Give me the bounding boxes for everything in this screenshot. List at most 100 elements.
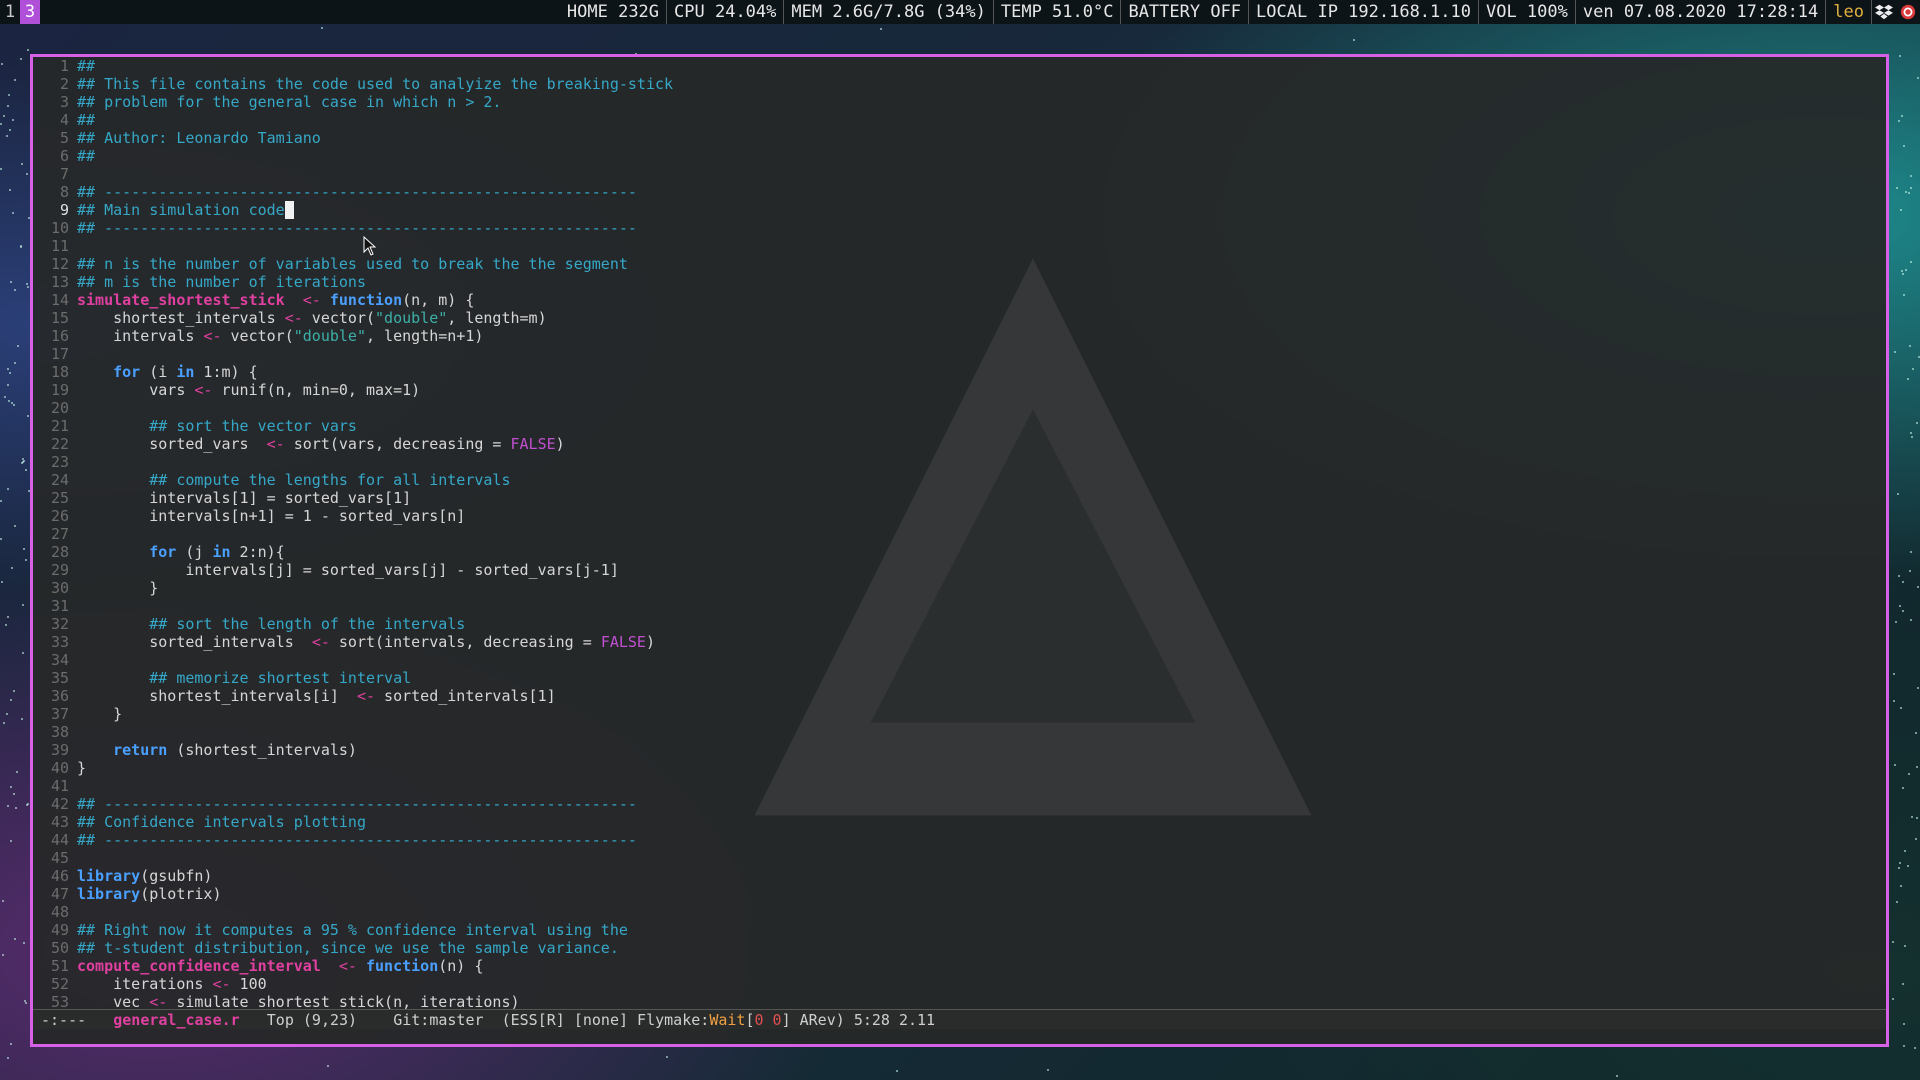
- code-line[interactable]: 23: [33, 453, 1886, 471]
- code-line[interactable]: 22 sorted_vars <- sort(vars, decreasing …: [33, 435, 1886, 453]
- code-line[interactable]: 32 ## sort the length of the intervals: [33, 615, 1886, 633]
- code-line[interactable]: 39 return (shortest_intervals): [33, 741, 1886, 759]
- dropbox-icon[interactable]: [1875, 3, 1893, 21]
- code-line[interactable]: 38: [33, 723, 1886, 741]
- mouse-pointer-icon: [363, 236, 377, 256]
- star: [1907, 772, 1910, 775]
- code-line[interactable]: 47 library(plotrix): [33, 885, 1886, 903]
- star: [12, 689, 15, 692]
- line-number: 43: [50, 813, 69, 831]
- code-buffer[interactable]: 1 ## 2 ## This file contains the code used …: [33, 57, 1886, 1009]
- code-token: sort(vars, decreasing =: [284, 435, 511, 453]
- code-line[interactable]: 44 ## -----------------------------------…: [33, 831, 1886, 849]
- code-token: }: [77, 759, 87, 777]
- code-line[interactable]: 5 ## Author: Leonardo Tamiano: [33, 129, 1886, 147]
- code-line[interactable]: 31: [33, 597, 1886, 615]
- line-text: ## Confidence intervals plotting: [77, 813, 1886, 831]
- code-line[interactable]: 34: [33, 651, 1886, 669]
- code-token: sort(intervals, decreasing =: [329, 633, 601, 651]
- code-line[interactable]: 10 ## -----------------------------------…: [33, 219, 1886, 237]
- code-line[interactable]: 40}: [33, 759, 1886, 777]
- code-line[interactable]: 33 sorted_intervals <- sort(intervals, d…: [33, 633, 1886, 651]
- star: [10, 567, 13, 570]
- code-line[interactable]: 17: [33, 345, 1886, 363]
- code-token: (i: [140, 363, 177, 381]
- code-line[interactable]: 28 for (j in 2:n){: [33, 543, 1886, 561]
- code-line[interactable]: 27: [33, 525, 1886, 543]
- line-text: ##: [77, 111, 1886, 129]
- code-line[interactable]: 15 shortest_intervals <- vector("double"…: [33, 309, 1886, 327]
- star: [1916, 586, 1919, 589]
- code-line[interactable]: 45: [33, 849, 1886, 867]
- line-number: 38: [50, 723, 69, 741]
- code-line[interactable]: 51 compute_confidence_interval <- functio…: [33, 957, 1886, 975]
- star: [1046, 1069, 1049, 1072]
- code-line[interactable]: 25 intervals[1] = sorted_vars[1]: [33, 489, 1886, 507]
- line-text: iterations <- 100: [77, 975, 1886, 993]
- code-line[interactable]: 42 ## -----------------------------------…: [33, 795, 1886, 813]
- code-line[interactable]: 37 }: [33, 705, 1886, 723]
- star: [1899, 884, 1902, 887]
- star: [1615, 1074, 1618, 1077]
- star: [6, 616, 9, 619]
- code-line[interactable]: 26 intervals[n+1] = 1 - sorted_vars[n]: [33, 507, 1886, 525]
- star: [1903, 293, 1906, 296]
- code-line[interactable]: 48: [33, 903, 1886, 921]
- code-line[interactable]: 52 iterations <- 100: [33, 975, 1886, 993]
- red-circle-app-icon[interactable]: [1899, 3, 1917, 21]
- line-number: 35: [50, 669, 69, 687]
- code-token: function: [366, 957, 439, 975]
- code-line[interactable]: 49 ## Right now it computes a 95 % confid…: [33, 921, 1886, 939]
- code-line[interactable]: 12 ## n is the number of variables used t…: [33, 255, 1886, 273]
- star: [13, 361, 16, 364]
- line-text: ## This file contains the code used to a…: [77, 75, 1886, 93]
- minibuffer[interactable]: [33, 1029, 1886, 1047]
- code-line[interactable]: 20: [33, 399, 1886, 417]
- code-line[interactable]: 46 library(gsubfn): [33, 867, 1886, 885]
- star: [1909, 431, 1912, 434]
- workspace-3[interactable]: 3: [20, 0, 40, 24]
- code-line[interactable]: 9 ## Main simulation code: [33, 201, 1886, 219]
- code-line[interactable]: 41: [33, 777, 1886, 795]
- status-cpu: CPU 24.04%: [667, 0, 785, 24]
- code-line[interactable]: 29 intervals[j] = sorted_vars[j] - sorte…: [33, 561, 1886, 579]
- star: [1901, 580, 1904, 583]
- line-number: 12: [50, 255, 69, 273]
- code-line[interactable]: 4 ##: [33, 111, 1886, 129]
- code-line[interactable]: 21 ## sort the vector vars: [33, 417, 1886, 435]
- code-line[interactable]: 53 vec <- simulate_shortest_stick(n, ite…: [33, 993, 1886, 1009]
- code-line[interactable]: 24 ## compute the lengths for all interv…: [33, 471, 1886, 489]
- line-text: ## -------------------------------------…: [77, 219, 1886, 237]
- line-text: for (j in 2:n){: [77, 543, 1886, 561]
- code-token: , length=m): [447, 309, 547, 327]
- star: [16, 345, 19, 348]
- line-number: 2: [59, 75, 69, 93]
- code-line[interactable]: 7: [33, 165, 1886, 183]
- code-line[interactable]: 2 ## This file contains the code used to …: [33, 75, 1886, 93]
- code-line[interactable]: 18 for (i in 1:m) {: [33, 363, 1886, 381]
- code-token: <-: [194, 381, 213, 399]
- code-line[interactable]: 30 }: [33, 579, 1886, 597]
- code-line[interactable]: 14 simulate_shortest_stick <- function(n,…: [33, 291, 1886, 309]
- code-line[interactable]: 8 ## ------------------------------------…: [33, 183, 1886, 201]
- code-line[interactable]: 1 ##: [33, 57, 1886, 75]
- code-line[interactable]: 11: [33, 237, 1886, 255]
- code-line[interactable]: 3 ## problem for the general case in whic…: [33, 93, 1886, 111]
- line-number: 1: [59, 57, 69, 75]
- code-line[interactable]: 13 ## m is the number of iterations: [33, 273, 1886, 291]
- emacs-frame: 1 ## 2 ## This file contains the code used …: [30, 54, 1889, 1047]
- star: [1902, 610, 1905, 612]
- code-line[interactable]: 50 ## t-student distribution, since we us…: [33, 939, 1886, 957]
- code-token: "double": [375, 309, 448, 327]
- code-line[interactable]: 16 intervals <- vector("double", length=…: [33, 327, 1886, 345]
- code-line[interactable]: 19 vars <- runif(n, min=0, max=1): [33, 381, 1886, 399]
- code-token: ## -------------------------------------…: [77, 795, 637, 813]
- code-line[interactable]: 35 ## memorize shortest interval: [33, 669, 1886, 687]
- code-line[interactable]: 6 ##: [33, 147, 1886, 165]
- code-line[interactable]: 36 shortest_intervals[i] <- sorted_inter…: [33, 687, 1886, 705]
- workspace-1[interactable]: 1: [0, 0, 20, 24]
- code-line[interactable]: 43 ## Confidence intervals plotting: [33, 813, 1886, 831]
- line-text: }: [77, 579, 1886, 597]
- line-text: ##: [77, 57, 1886, 75]
- line-text: [77, 723, 1886, 741]
